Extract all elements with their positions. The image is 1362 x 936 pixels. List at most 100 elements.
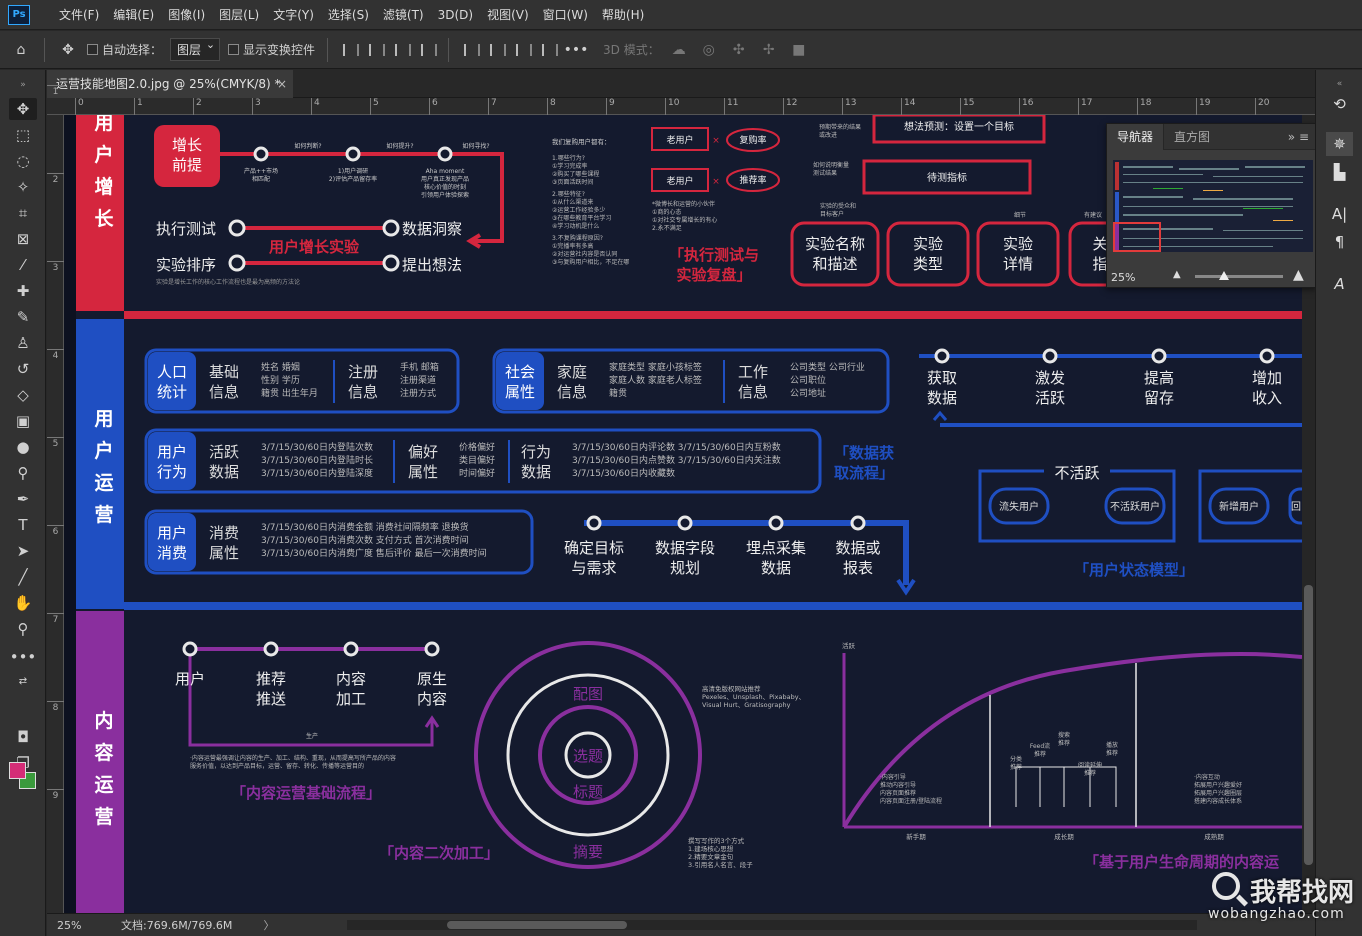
layer-dropdown[interactable]: 图层 xyxy=(170,38,221,61)
type-tool-icon[interactable]: T xyxy=(9,514,37,536)
svg-text:成熟期: 成熟期 xyxy=(1204,832,1224,841)
tab-histogram[interactable]: 直方图 xyxy=(1164,124,1220,150)
orbit-3d-icon[interactable]: ☁ xyxy=(668,39,690,61)
more-options-button[interactable]: ••• xyxy=(564,39,589,61)
status-menu-arrow[interactable]: 〉 xyxy=(255,917,283,933)
tab-navigator[interactable]: 导航器 xyxy=(1107,123,1165,150)
frame-tool-icon[interactable]: ⊠ xyxy=(9,228,37,250)
ruler-tick: 14 xyxy=(901,98,915,115)
slide-3d-icon[interactable]: ✢ xyxy=(758,39,780,61)
align-top-icon[interactable] xyxy=(461,41,481,59)
gradient-tool-icon[interactable]: ▣ xyxy=(9,410,37,432)
crop-tool-icon[interactable]: ⌗ xyxy=(9,202,37,224)
collapse-icon[interactable]: » xyxy=(9,74,37,96)
eraser-icon[interactable]: ◇ xyxy=(9,384,37,406)
document-tab[interactable]: 运营技能地图2.0.jpg @ 25%(CMYK/8) * × xyxy=(47,70,293,98)
checkbox-box[interactable] xyxy=(87,44,98,55)
zoom-tool-icon[interactable]: ⚲ xyxy=(9,618,37,640)
line-tool-icon[interactable]: ╱ xyxy=(9,566,37,588)
right-panel-dock: « ⟲ ✵ ▙ A| ¶ A xyxy=(1315,70,1362,936)
svg-text:3/7/15/30/60日内登陆次数3/7/15/30/60: 3/7/15/30/60日内登陆次数 3/7/15/30/60日内登陆时长 3/7/… xyxy=(261,441,373,479)
align-right-icon[interactable] xyxy=(392,41,412,59)
close-tab-icon[interactable]: × xyxy=(277,70,287,98)
vertical-ruler[interactable]: 1 2 3 4 5 6 7 8 9 xyxy=(47,85,64,913)
menu-view[interactable]: 视图(V) xyxy=(480,0,536,30)
menu-window[interactable]: 窗口(W) xyxy=(536,0,595,30)
menu-file[interactable]: 文件(F) xyxy=(52,0,106,30)
divider xyxy=(327,37,329,62)
home-icon[interactable]: ⌂ xyxy=(10,39,32,61)
navigator-preview[interactable] xyxy=(1113,160,1313,252)
navigator-view-box[interactable] xyxy=(1113,222,1161,252)
svg-text:执行测试: 执行测试 xyxy=(156,220,216,238)
glyphs-icon[interactable]: A xyxy=(1326,272,1353,296)
distribute-vertical-icon[interactable] xyxy=(539,41,559,59)
marquee-tool-icon[interactable]: ⬚ xyxy=(9,124,37,146)
clone-stamp-icon[interactable]: ♙ xyxy=(9,332,37,354)
status-zoom[interactable]: 25% xyxy=(47,919,105,932)
navigator-icon[interactable]: ✵ xyxy=(1326,132,1353,156)
svg-text:如何判断?: 如何判断? xyxy=(294,142,321,150)
ruler-tick: 6 xyxy=(47,525,64,537)
auto-select-checkbox[interactable]: 自动选择： xyxy=(87,41,162,58)
menu-select[interactable]: 选择(S) xyxy=(321,0,376,30)
navigator-zoom-value[interactable]: 25% xyxy=(1111,271,1135,284)
show-transform-checkbox[interactable]: 显示变换控件 xyxy=(228,41,315,58)
hand-tool-icon[interactable]: ✋ xyxy=(9,592,37,614)
brush-tool-icon[interactable]: ✎ xyxy=(9,306,37,328)
svg-text:「内容二次加工」: 「内容二次加工」 xyxy=(379,844,499,862)
menu-help[interactable]: 帮助(H) xyxy=(595,0,651,30)
foreground-color-swatch[interactable] xyxy=(9,762,26,779)
histogram-icon[interactable]: ▙ xyxy=(1326,160,1353,184)
auto-select-label: 自动选择： xyxy=(102,43,163,57)
zoom-slider-handle[interactable] xyxy=(1219,271,1229,280)
roll-3d-icon[interactable]: ◎ xyxy=(698,39,720,61)
checkbox-box[interactable] xyxy=(228,44,240,55)
menu-edit[interactable]: 编辑(E) xyxy=(106,0,161,30)
move-tool-icon[interactable]: ✥ xyxy=(9,98,37,120)
align-left-icon[interactable] xyxy=(340,41,360,59)
move-tool-preset-icon[interactable]: ✥ xyxy=(57,39,79,61)
align-middle-icon[interactable] xyxy=(487,41,507,59)
swap-colors-icon[interactable]: ⇄ xyxy=(9,670,37,692)
align-bottom-icon[interactable] xyxy=(513,41,533,59)
more-tools-icon[interactable]: ••• xyxy=(9,646,37,668)
history-icon[interactable]: ⟲ xyxy=(1326,92,1353,116)
svg-text:Aha moment用户真正发现产品核心价值的时刻引领用户体: Aha moment 用户真正发现产品核心价值的时刻引领用户体验探索 xyxy=(421,168,469,199)
horizontal-ruler[interactable]: 0 1 2 3 4 5 6 7 8 9 10 11 12 13 14 15 16 17 18 19 20 xyxy=(47,98,1315,115)
paragraph-icon[interactable]: ¶ xyxy=(1326,230,1353,254)
zoom-out-icon[interactable]: ▲ xyxy=(1173,269,1181,280)
svg-text:用户: 用户 xyxy=(175,670,205,688)
eyedropper-icon[interactable]: ⁄ xyxy=(9,254,37,276)
align-center-icon[interactable] xyxy=(366,41,386,59)
pan-3d-icon[interactable]: ✣ xyxy=(728,39,750,61)
ruler-tick: 8 xyxy=(547,98,556,115)
svg-text:老用户: 老用户 xyxy=(666,175,693,187)
zoom-slider[interactable] xyxy=(1195,271,1283,280)
zoom-in-icon[interactable]: ▲ xyxy=(1293,267,1304,283)
menu-type[interactable]: 文字(Y) xyxy=(266,0,321,30)
blur-tool-icon[interactable]: ● xyxy=(9,436,37,458)
menu-layer[interactable]: 图层(L) xyxy=(212,0,266,30)
horizontal-scrollbar[interactable] xyxy=(347,920,1197,930)
scrollbar-thumb[interactable] xyxy=(1304,585,1313,865)
pen-tool-icon[interactable]: ✒ xyxy=(9,488,37,510)
lasso-tool-icon[interactable]: ◌ xyxy=(9,150,37,172)
dodge-tool-icon[interactable]: ⚲ xyxy=(9,462,37,484)
character-icon[interactable]: A| xyxy=(1326,202,1353,226)
menu-filter[interactable]: 滤镜(T) xyxy=(376,0,431,30)
watermark-cn: 我帮找网 xyxy=(1250,878,1355,908)
panel-menu-icon[interactable]: » ≡ xyxy=(1288,130,1309,144)
history-brush-icon[interactable]: ↺ xyxy=(9,358,37,380)
menu-image[interactable]: 图像(I) xyxy=(161,0,212,30)
path-select-icon[interactable]: ➤ xyxy=(9,540,37,562)
ruler-tick: 2 xyxy=(47,173,64,185)
menu-3d[interactable]: 3D(D) xyxy=(431,0,480,30)
healing-brush-icon[interactable]: ✚ xyxy=(9,280,37,302)
distribute-icon[interactable] xyxy=(418,41,438,59)
magic-wand-icon[interactable]: ✧ xyxy=(9,176,37,198)
status-bar: 25% 文档:769.6M/769.6M 〉 xyxy=(47,913,1315,936)
scrollbar-thumb[interactable] xyxy=(447,921,627,929)
camera-3d-icon[interactable]: ■ xyxy=(788,39,810,61)
quick-mask-icon[interactable]: ◘ xyxy=(9,726,37,748)
